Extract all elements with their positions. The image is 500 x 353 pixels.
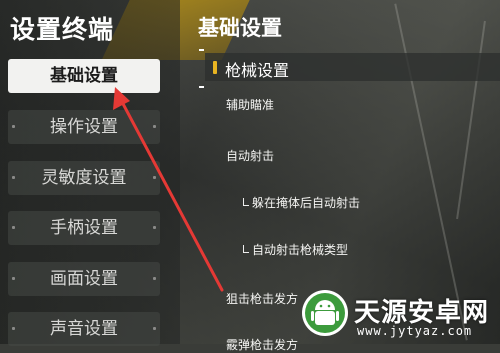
android-robot-icon [305,293,345,333]
annotation-arrow-head [113,87,130,110]
annotation-arrow-line [119,98,224,292]
android-robot-svg [311,300,339,325]
watermark-url: www.jytyaz.com [357,324,473,338]
